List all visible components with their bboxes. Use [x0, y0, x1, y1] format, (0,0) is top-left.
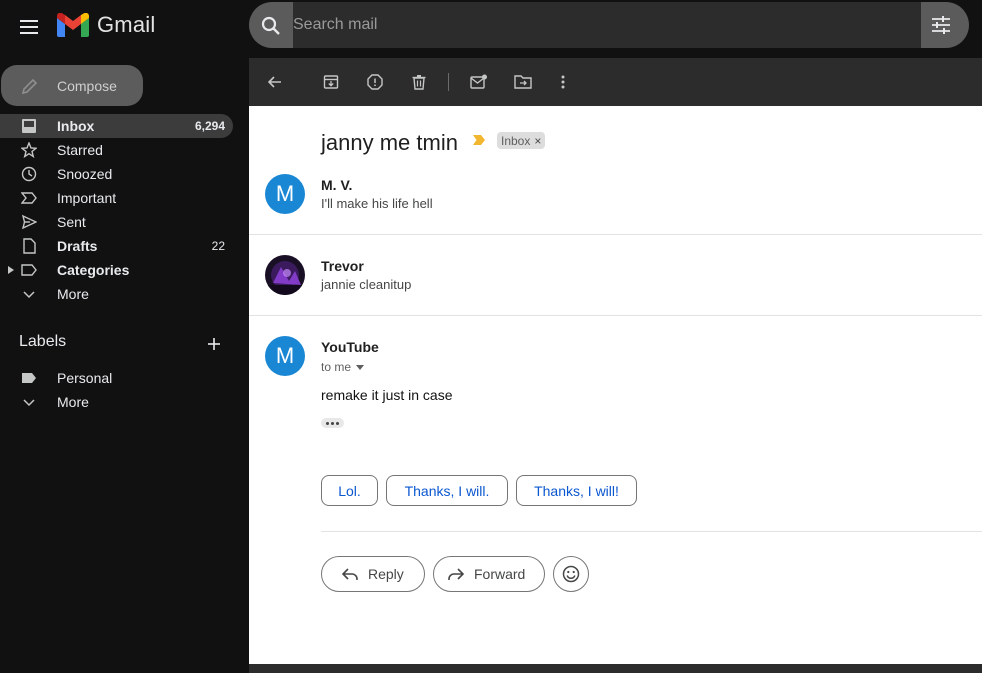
report-spam-button[interactable]: [363, 70, 387, 94]
sidebar-item-drafts[interactable]: Drafts 22: [0, 234, 233, 258]
main-menu-button[interactable]: [15, 13, 43, 41]
sender-name: Trevor: [321, 258, 364, 274]
emoji-icon: [562, 565, 580, 583]
send-icon: [21, 214, 37, 230]
search-bar[interactable]: [249, 2, 969, 48]
avatar: [265, 255, 305, 295]
drafts-count: 22: [211, 239, 225, 253]
more-vert-icon: [561, 75, 565, 89]
labels-list: Personal More: [0, 366, 249, 414]
draft-icon: [23, 238, 36, 254]
bottom-scroll-bar: [249, 664, 982, 673]
collapsed-message[interactable]: Trevor jannie cleanitup: [249, 235, 982, 315]
recipient-details-toggle[interactable]: to me: [321, 360, 365, 374]
sidebar-item-important[interactable]: Important: [0, 186, 233, 210]
compose-button[interactable]: Compose: [1, 65, 143, 106]
emoji-reaction-button[interactable]: [553, 556, 589, 592]
gmail-m-icon: [57, 13, 89, 37]
labels-heading: Labels: [19, 333, 67, 350]
message-divider: [249, 315, 982, 316]
forward-button[interactable]: Forward: [433, 556, 545, 592]
label-icon: [21, 264, 37, 276]
compose-label: Compose: [57, 77, 117, 94]
archive-button[interactable]: [319, 70, 343, 94]
pencil-icon: [21, 78, 38, 94]
inbox-count: 6,294: [194, 119, 225, 133]
sidebar-nav: Inbox 6,294 Starred Snoozed Important Se…: [0, 114, 249, 306]
important-marker-icon[interactable]: [473, 135, 485, 145]
forward-icon: [448, 568, 464, 580]
delete-button[interactable]: [407, 70, 431, 94]
label-filled-icon: [22, 373, 36, 383]
profile-photo: [265, 255, 305, 295]
remove-label-button[interactable]: ×: [534, 134, 541, 148]
mark-unread-icon: [470, 74, 487, 89]
mark-unread-button[interactable]: [467, 70, 491, 94]
clock-icon: [21, 166, 37, 182]
inbox-icon: [22, 119, 36, 133]
email-subject: janny me tmin: [321, 130, 458, 155]
reply-button[interactable]: Reply: [321, 556, 425, 592]
reading-pane: janny me tmin Inbox × M M. V. I'll make …: [249, 58, 982, 664]
delete-icon: [412, 75, 426, 90]
reply-section-divider: [321, 531, 982, 532]
toolbar-divider: [448, 73, 449, 91]
collapsed-message[interactable]: M M. V. I'll make his life hell: [249, 164, 982, 234]
report-spam-icon: [367, 74, 383, 90]
reply-icon: [342, 568, 358, 580]
sidebar-item-snoozed[interactable]: Snoozed: [0, 162, 233, 186]
sidebar-item-more[interactable]: More: [0, 282, 233, 306]
search-input[interactable]: [293, 2, 921, 48]
avatar: M: [265, 174, 305, 214]
sidebar-item-starred[interactable]: Starred: [0, 138, 233, 162]
smart-reply-chip[interactable]: Thanks, I will.: [386, 475, 508, 506]
star-icon: [21, 142, 37, 158]
sender-name: YouTube: [321, 339, 379, 355]
message-snippet: jannie cleanitup: [321, 277, 412, 292]
important-icon: [21, 192, 37, 204]
chevron-down-icon: [23, 399, 35, 407]
move-to-button[interactable]: [511, 70, 535, 94]
gmail-logo[interactable]: Gmail: [57, 12, 155, 38]
message-snippet: I'll make his life hell: [321, 196, 433, 211]
move-to-icon: [514, 75, 532, 89]
app-name: Gmail: [97, 12, 156, 37]
expand-caret-icon[interactable]: [8, 266, 14, 274]
avatar: M: [265, 336, 305, 376]
archive-icon: [323, 75, 339, 89]
search-options-icon[interactable]: [931, 15, 951, 35]
message-toolbar: [249, 58, 982, 106]
label-personal[interactable]: Personal: [0, 366, 233, 390]
smart-reply-chip[interactable]: Lol.: [321, 475, 378, 506]
dropdown-arrow-icon: [356, 364, 365, 370]
more-options-button[interactable]: [551, 70, 575, 94]
hamburger-icon: [20, 20, 38, 34]
back-icon: [267, 76, 281, 88]
chevron-down-icon: [23, 291, 35, 299]
sidebar-item-categories[interactable]: Categories: [0, 258, 233, 282]
labels-more[interactable]: More: [0, 390, 233, 414]
add-label-icon[interactable]: [206, 336, 222, 352]
search-icon[interactable]: [259, 14, 283, 38]
sidebar-item-sent[interactable]: Sent: [0, 210, 233, 234]
smart-reply-chip[interactable]: Thanks, I will!: [516, 475, 637, 506]
sender-name: M. V.: [321, 177, 353, 193]
back-button[interactable]: [263, 70, 287, 94]
sidebar-item-inbox[interactable]: Inbox 6,294: [0, 114, 233, 138]
message-body: remake it just in case: [321, 387, 453, 403]
show-trimmed-content-button[interactable]: [321, 418, 344, 428]
inbox-label-chip: Inbox ×: [497, 132, 546, 149]
